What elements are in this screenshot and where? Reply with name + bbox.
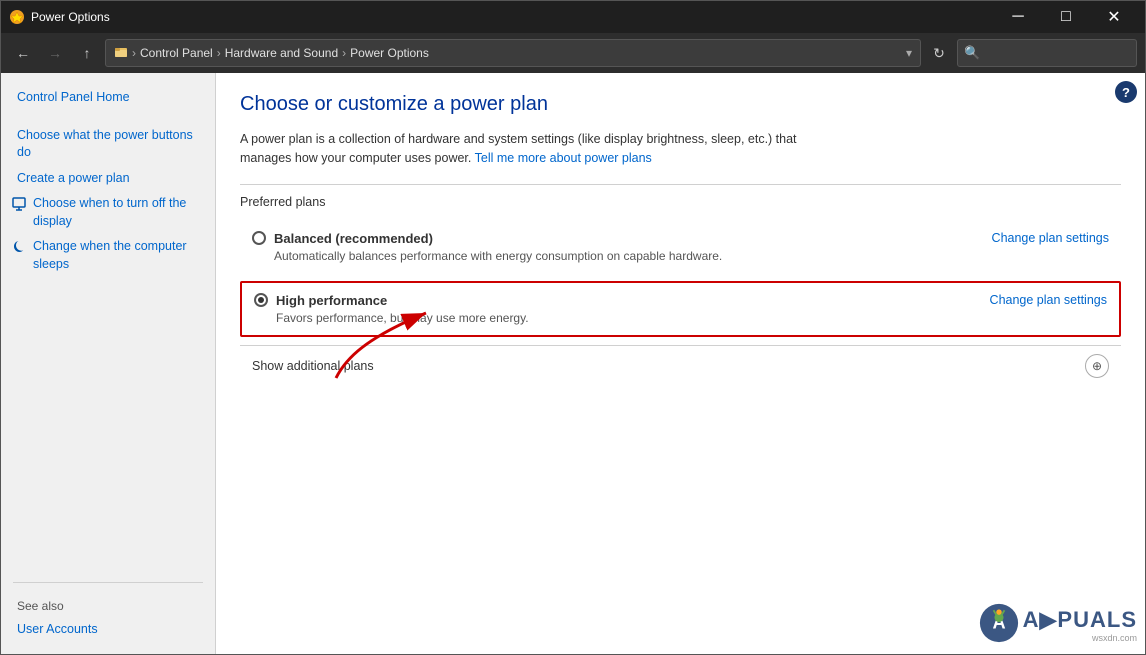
balanced-plan-name-row: Balanced (recommended) [252, 231, 722, 246]
window-controls: ─ □ ✕ [995, 1, 1137, 33]
high-performance-change-plan-link[interactable]: Change plan settings [990, 293, 1107, 307]
balanced-plan-item: Balanced (recommended) Automatically bal… [240, 221, 1121, 273]
up-button[interactable]: ↑ [73, 39, 101, 67]
address-bar: ← → ↑ › Control Panel › Hardware and Sou… [1, 33, 1145, 73]
forward-button[interactable]: → [41, 39, 69, 67]
sidebar-item-home[interactable]: Control Panel Home [1, 85, 215, 111]
sleep-icon [11, 239, 27, 255]
search-box[interactable]: 🔍 [957, 39, 1137, 67]
sidebar-item-computer-sleeps[interactable]: Change when the computer sleeps [1, 234, 215, 277]
title-bar: Power Options ─ □ ✕ [1, 1, 1145, 33]
more-about-power-plans-link[interactable]: Tell me more about power plans [475, 151, 652, 165]
see-also-label: See also [1, 591, 215, 617]
high-performance-radio[interactable] [254, 293, 268, 307]
balanced-plan-name: Balanced (recommended) [274, 231, 433, 246]
refresh-button[interactable]: ↻ [925, 39, 953, 67]
balanced-change-plan-link[interactable]: Change plan settings [992, 231, 1109, 245]
sidebar-item-computer-sleeps-label: Change when the computer sleeps [33, 238, 205, 273]
balanced-radio[interactable] [252, 231, 266, 245]
radio-dot [258, 297, 264, 303]
back-button[interactable]: ← [9, 39, 37, 67]
sidebar-item-turn-off-display-label: Choose when to turn off the display [33, 195, 205, 230]
main-window: Power Options ─ □ ✕ ← → ↑ › Control Pane… [0, 0, 1146, 655]
balanced-plan-desc: Automatically balances performance with … [274, 249, 722, 263]
high-performance-plan-item: High performance Favors performance, but… [240, 281, 1121, 337]
watermark-logo: A [979, 603, 1019, 643]
sidebar: Control Panel Home Choose what the power… [1, 73, 216, 654]
path-hardware-sound: Hardware and Sound [225, 46, 338, 60]
additional-plans-label: Show additional plans [252, 359, 374, 373]
maximize-button[interactable]: □ [1043, 1, 1089, 33]
high-performance-plan-desc: Favors performance, but may use more ene… [276, 311, 529, 325]
content-panel: ? Choose or customize a power plan A pow… [216, 73, 1145, 654]
watermark: A A▶PUALS wsxdn.com [979, 603, 1137, 646]
sidebar-item-turn-off-display[interactable]: Choose when to turn off the display [1, 191, 215, 234]
main-area: Control Panel Home Choose what the power… [1, 73, 1145, 654]
section-label: Preferred plans [240, 195, 1121, 209]
balanced-plan-left: Balanced (recommended) Automatically bal… [252, 231, 722, 263]
path-icon [114, 45, 128, 62]
sidebar-item-create-plan[interactable]: Create a power plan [1, 166, 215, 192]
window-icon [9, 9, 25, 25]
path-dropdown-icon: ▾ [906, 46, 912, 60]
watermark-text: A▶PUALS [1023, 607, 1137, 633]
sidebar-divider [13, 582, 203, 583]
high-performance-plan-name-row: High performance [254, 293, 529, 308]
additional-plans-row[interactable]: Show additional plans ⊕ [240, 345, 1121, 386]
high-performance-plan-name: High performance [276, 293, 387, 308]
page-title: Choose or customize a power plan [240, 93, 1121, 116]
close-button[interactable]: ✕ [1091, 1, 1137, 33]
watermark-sub: wsxdn.com [1023, 633, 1137, 643]
section-divider [240, 184, 1121, 185]
address-path[interactable]: › Control Panel › Hardware and Sound › P… [105, 39, 921, 67]
sidebar-item-user-accounts[interactable]: User Accounts [1, 617, 215, 643]
monitor-icon [11, 196, 27, 212]
window-title: Power Options [31, 10, 995, 24]
high-performance-plan-left: High performance Favors performance, but… [254, 293, 529, 325]
expand-icon: ⊕ [1085, 354, 1109, 378]
path-power-options: Power Options [350, 46, 429, 60]
path-control-panel: Control Panel [140, 46, 213, 60]
help-button[interactable]: ? [1115, 81, 1137, 103]
minimize-button[interactable]: ─ [995, 1, 1041, 33]
search-icon: 🔍 [964, 45, 980, 61]
sidebar-item-power-buttons[interactable]: Choose what the power buttons do [1, 123, 215, 166]
description-text: A power plan is a collection of hardware… [240, 130, 840, 168]
